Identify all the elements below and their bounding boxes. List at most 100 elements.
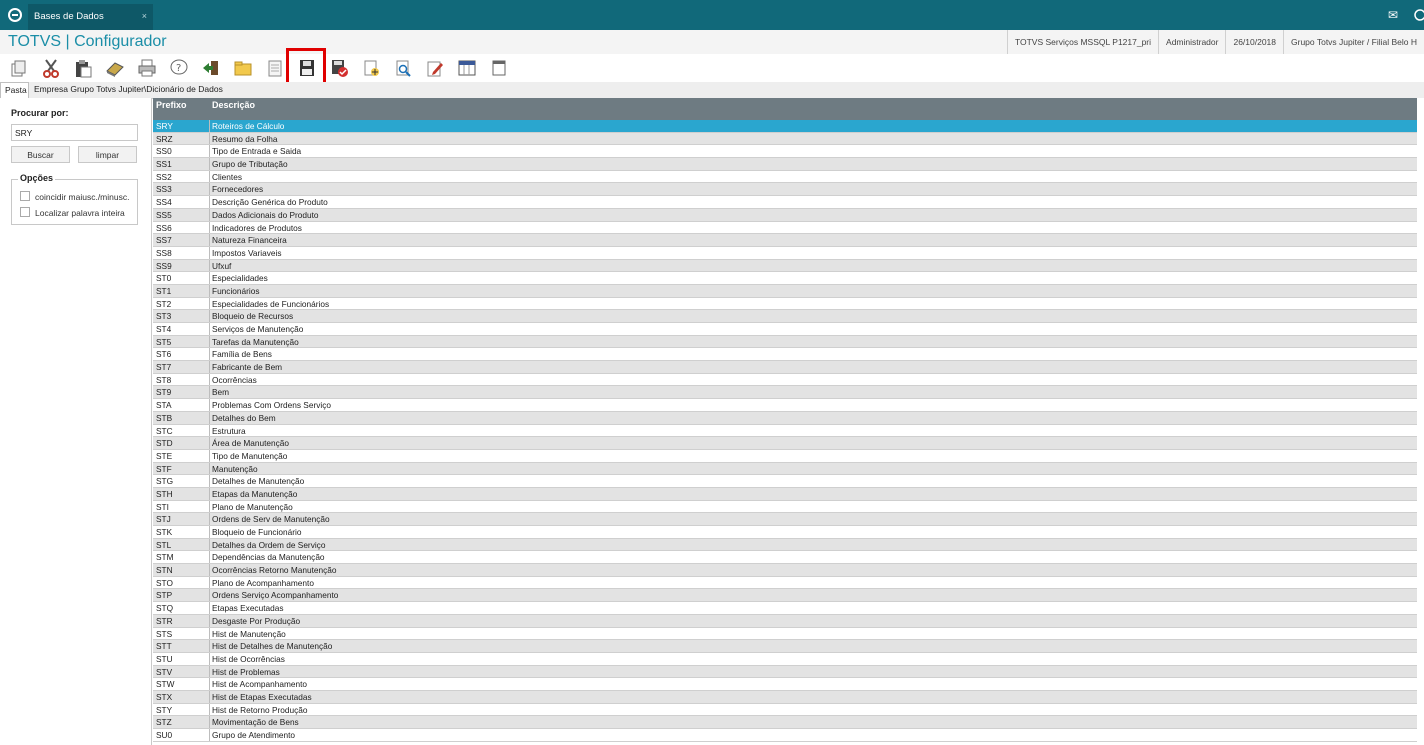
match-case-option[interactable]: coincidir maiusc./minusc. (20, 191, 129, 202)
prefix-cell: SU0 (156, 730, 173, 740)
table-row[interactable]: ST6 Família de Bens (153, 348, 1417, 362)
clear-button[interactable]: limpar (78, 146, 137, 163)
table-row[interactable]: STT Hist de Detalhes de Manutenção (153, 640, 1417, 653)
table-row[interactable]: STL Detalhes da Ordem de Serviço (153, 538, 1417, 552)
column-header-prefixo[interactable]: Prefixo (156, 100, 187, 110)
prefix-cell: ST7 (156, 362, 172, 373)
mail-icon[interactable]: ✉ (1378, 0, 1408, 30)
table-row[interactable]: STK Bloqueio de Funcionário (153, 526, 1417, 539)
table-row[interactable]: ST0 Especialidades (153, 272, 1417, 285)
table-row[interactable]: STA Problemas Com Ordens Serviço (153, 399, 1417, 412)
table-row[interactable]: ST5 Tarefas da Manutenção (153, 335, 1417, 349)
exit-icon[interactable] (201, 58, 221, 78)
copy-icon[interactable] (8, 58, 28, 78)
table-row[interactable]: STO Plano de Acompanhamento (153, 576, 1417, 590)
table-row[interactable]: SS6 Indicadores de Produtos (153, 221, 1417, 235)
table-row[interactable]: STU Hist de Ocorrências (153, 652, 1417, 666)
table-row[interactable]: STD Área de Manutenção (153, 437, 1417, 450)
table-row[interactable]: ST9 Bem (153, 386, 1417, 400)
table-row[interactable]: STB Detalhes do Bem (153, 411, 1417, 425)
description-cell: Hist de Ocorrências (212, 653, 285, 664)
table-row[interactable]: SS8 Impostos Variaveis (153, 246, 1417, 260)
table-row[interactable]: STP Ordens Serviço Acompanhamento (153, 589, 1417, 603)
prefix-cell: SS4 (156, 197, 172, 208)
prefix-cell: STM (156, 552, 174, 563)
table-row[interactable]: STJ Ordens de Serv de Manutenção (153, 513, 1417, 526)
help-icon[interactable]: ? (169, 58, 189, 78)
prefix-cell: SS7 (156, 235, 172, 246)
description-cell: Grupo de Tributação (212, 159, 288, 170)
paste-icon[interactable] (73, 58, 93, 78)
table-row[interactable]: ST2 Especialidades de Funcionários (153, 297, 1417, 311)
table-row[interactable]: SS7 Natureza Financeira (153, 234, 1417, 247)
check-save-icon[interactable] (329, 58, 349, 78)
table-row[interactable]: ST4 Serviços de Manutenção (153, 323, 1417, 336)
search-button[interactable]: Buscar (11, 146, 70, 163)
whole-word-option[interactable]: Localizar palavra inteira (20, 207, 125, 218)
table-row[interactable]: STH Etapas da Manutenção (153, 487, 1417, 501)
column-divider (209, 703, 210, 716)
table-row[interactable]: STF Manutenção (153, 462, 1417, 476)
prefix-cell: ST3 (156, 311, 172, 322)
table-row[interactable]: SS2 Clientes (153, 170, 1417, 184)
match-case-checkbox[interactable] (20, 191, 30, 201)
table-row[interactable]: STZ Movimentação de Bens (153, 716, 1417, 729)
description-cell: Roteiros de Cálculo (212, 121, 285, 131)
table-row[interactable]: ST3 Bloqueio de Recursos (153, 310, 1417, 323)
table-row[interactable]: STN Ocorrências Retorno Manutenção (153, 564, 1417, 577)
table-row[interactable]: STR Desgaste Por Produção (153, 614, 1417, 628)
table-row[interactable]: STW Hist de Acompanhamento (153, 678, 1417, 691)
close-tab-icon[interactable]: × (142, 4, 147, 29)
more-options-icon[interactable] (1410, 5, 1424, 25)
search-input[interactable]: SRY (11, 124, 138, 141)
list-icon[interactable] (265, 58, 285, 78)
eraser-icon[interactable] (105, 58, 125, 78)
table-row[interactable]: STI Plano de Manutenção (153, 500, 1417, 514)
table-row[interactable]: ST8 Ocorrências (153, 373, 1417, 387)
cut-icon[interactable] (41, 58, 61, 78)
whole-word-checkbox[interactable] (20, 207, 30, 217)
table-row[interactable]: SS3 Fornecedores (153, 183, 1417, 197)
tab-dictionary-path[interactable]: Empresa Grupo Totvs Jupiter\Dicionário d… (34, 82, 223, 97)
prefix-cell: STJ (156, 514, 171, 525)
table-row[interactable]: STG Detalhes de Manutenção (153, 475, 1417, 488)
table-row[interactable]: STY Hist de Retorno Produção (153, 703, 1417, 717)
table-row[interactable]: ST1 Funcionários (153, 284, 1417, 298)
edit-icon[interactable] (425, 58, 445, 78)
description-cell: Ordens Serviço Acompanhamento (212, 590, 339, 601)
column-divider (209, 513, 210, 525)
table-row[interactable]: SS9 Ufxuf (153, 259, 1417, 273)
blank-doc-icon[interactable] (489, 58, 509, 78)
find-doc-icon[interactable] (393, 58, 413, 78)
table-row[interactable]: STX Hist de Etapas Executadas (153, 690, 1417, 704)
totvs-logo-icon[interactable] (6, 6, 24, 24)
tab-pasta[interactable]: Pasta (0, 82, 29, 98)
table-row[interactable]: STS Hist de Manutenção (153, 627, 1417, 641)
table-row[interactable]: ST7 Fabricante de Bem (153, 361, 1417, 374)
prefix-cell: STG (156, 476, 174, 487)
table-row[interactable]: SU0 Grupo de Atendimento (153, 729, 1417, 742)
prefix-cell: ST5 (156, 336, 172, 347)
print-icon[interactable] (137, 58, 157, 78)
table-row[interactable]: STC Estrutura (153, 424, 1417, 438)
table-icon[interactable] (457, 58, 477, 78)
table-row[interactable]: SRZ Resumo da Folha (153, 132, 1417, 146)
column-header-descricao[interactable]: Descrição (212, 100, 255, 110)
table-row[interactable]: STE Tipo de Manutenção (153, 449, 1417, 463)
table-row[interactable]: STM Dependências da Manutenção (153, 551, 1417, 565)
table-row[interactable]: SS1 Grupo de Tributação (153, 158, 1417, 171)
table-row[interactable]: SRY Roteiros de Cálculo (153, 120, 1417, 133)
description-cell: Fornecedores (212, 184, 264, 195)
prefix-cell: STK (156, 527, 173, 537)
folder-icon[interactable] (233, 58, 253, 78)
column-divider (209, 196, 210, 208)
description-cell: Bloqueio de Recursos (212, 311, 294, 322)
new-doc-icon[interactable] (361, 58, 381, 78)
table-row[interactable]: STV Hist de Problemas (153, 665, 1417, 679)
window-tab[interactable]: Bases de Dados [02.9.0099] × (28, 4, 153, 47)
table-row[interactable]: SS0 Tipo de Entrada e Saida (153, 145, 1417, 159)
table-row[interactable]: STQ Etapas Executadas (153, 602, 1417, 615)
table-row[interactable]: SS4 Descrição Genérica do Produto (153, 196, 1417, 209)
table-row[interactable]: SS5 Dados Adicionais do Produto (153, 208, 1417, 222)
description-cell: Hist de Etapas Executadas (212, 691, 312, 702)
